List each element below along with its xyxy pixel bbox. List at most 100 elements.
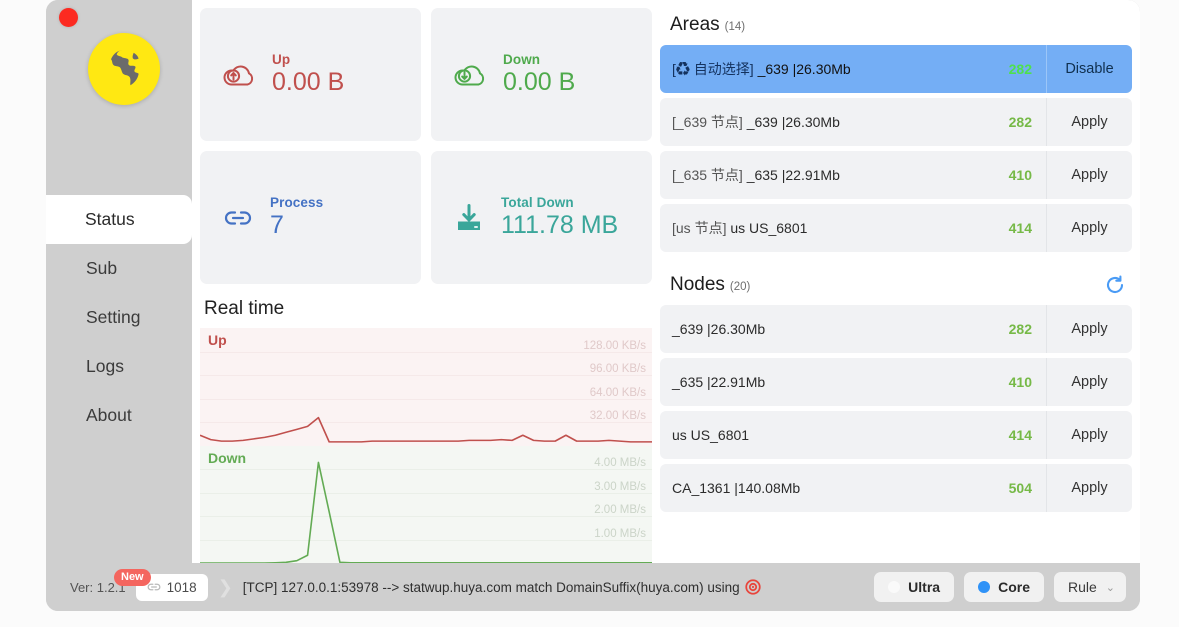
stat-card-process-text: Process 7 (270, 195, 323, 240)
areas-row[interactable]: [_639 节点] _639 |26.30Mb 282 Apply (660, 98, 1132, 146)
chevron-right-icon: ❯ (217, 577, 233, 597)
areas-row-prefix: [♻ 自动选择] (672, 61, 758, 77)
sidebar-item-logs[interactable]: Logs (46, 342, 192, 391)
realtime-title: Real time (204, 298, 285, 319)
nodes-row-name: us US_6801 (672, 427, 750, 443)
nodes-row-name: _639 |26.30Mb (672, 321, 766, 337)
sidebar-item-label: About (86, 405, 132, 425)
stat-card-grid: Up 0.00 B Down 0.00 B Process 7 Total Do… (200, 8, 652, 284)
areas-row[interactable]: [us 节点] us US_6801 414 Apply (660, 204, 1132, 252)
sidebar-item-label: Logs (86, 356, 124, 376)
areas-row-delay: 414 (1008, 220, 1032, 236)
stat-value: 0.00 B (272, 68, 345, 97)
nodes-row-label: us US_6801 (660, 427, 1009, 443)
nodes-row-delay: 504 (1008, 480, 1032, 496)
areas-row-label: [_635 节点] _635 |22.91Mb (660, 165, 1009, 185)
nodes-row-delay: 410 (1008, 374, 1032, 390)
chart-up-line (200, 328, 652, 446)
realtime-charts: Up 128.00 KB/s 96.00 KB/s 64.00 KB/s 32.00 … (200, 328, 652, 563)
areas-title: Areas (670, 14, 720, 35)
stat-label: Down (503, 52, 541, 68)
areas-row-name: _635 |22.91Mb (746, 167, 840, 183)
cloud-up-icon (222, 61, 256, 89)
core-radio-dot (978, 581, 991, 593)
areas-row-action-button[interactable]: Apply (1046, 98, 1132, 146)
nodes-row-action-button[interactable]: Apply (1046, 464, 1132, 512)
stat-value: 111.78 MB (501, 211, 619, 240)
areas-row-label: [_639 节点] _639 |26.30Mb (660, 112, 1009, 132)
nodes-row-delay: 414 (1008, 427, 1032, 443)
version-label-wrapper: Ver: 1.2.1 New (70, 568, 151, 595)
areas-row-prefix: [_635 节点] (672, 167, 747, 183)
nodes-row[interactable]: _635 |22.91Mb 410 Apply (660, 358, 1132, 406)
mode-core-button[interactable]: Core (964, 572, 1044, 602)
core-label: Core (998, 579, 1030, 595)
chart-down: Down 4.00 MB/s 3.00 MB/s 2.00 MB/s 1.00 MB/… (200, 445, 652, 563)
stat-label: Process (270, 195, 324, 211)
chart-up-legend: Up (208, 332, 227, 348)
nodes-row-action-button[interactable]: Apply (1046, 411, 1132, 459)
stats-and-chart-column: Up 0.00 B Down 0.00 B Process 7 Total Do… (200, 8, 652, 563)
areas-row-prefix: [us 节点] (672, 220, 731, 236)
nodes-row[interactable]: us US_6801 414 Apply (660, 411, 1132, 459)
sidebar-item-status[interactable]: Status (46, 195, 193, 244)
connections-count: 1018 (166, 579, 197, 595)
areas-row-delay: 410 (1008, 167, 1032, 183)
areas-row-action-button[interactable]: Apply (1046, 151, 1132, 199)
nodes-row-delay: 282 (1008, 321, 1032, 337)
stat-card-process: Process 7 (200, 151, 421, 284)
areas-panel: Areas (14) [♻ 自动选择] _639 |26.30Mb 282 Disa… (660, 8, 1132, 252)
areas-row-label: [us 节点] us US_6801 (660, 218, 1009, 238)
window-body: Status Sub Setting Logs About Up 0.00 B … (46, 0, 1140, 563)
close-window-button[interactable] (59, 8, 78, 27)
nodes-row-name: CA_1361 |140.08Mb (672, 480, 801, 496)
stat-card-up: Up 0.00 B (200, 8, 421, 141)
link-icon (222, 205, 254, 231)
areas-row[interactable]: [♻ 自动选择] _639 |26.30Mb 282 Disable (660, 45, 1132, 93)
nodes-header: Nodes (20) (660, 268, 1132, 305)
stat-label: Total Down (501, 195, 574, 211)
areas-row[interactable]: [_635 节点] _635 |22.91Mb 410 Apply (660, 151, 1132, 199)
nodes-row[interactable]: _639 |26.30Mb 282 Apply (660, 305, 1132, 353)
areas-row-action-button[interactable]: Disable (1046, 45, 1132, 93)
sidebar-item-label: Setting (86, 307, 141, 327)
sidebar-item-setting[interactable]: Setting (46, 293, 192, 342)
stat-label: Up (272, 52, 291, 68)
sidebar: Status Sub Setting Logs About (46, 0, 193, 563)
chart-up: Up 128.00 KB/s 96.00 KB/s 64.00 KB/s 32.00 … (200, 328, 652, 446)
areas-row-action-button[interactable]: Apply (1046, 204, 1132, 252)
sidebar-nav: Status Sub Setting Logs About (46, 195, 193, 440)
nodes-count: (20) (729, 281, 751, 293)
lists-column: Areas (14) [♻ 自动选择] _639 |26.30Mb 282 Disa… (660, 8, 1132, 563)
log-text: [TCP] 127.0.0.1:53978 --> statwup.huya.c… (242, 580, 740, 595)
nodes-row[interactable]: CA_1361 |140.08Mb 504 Apply (660, 464, 1132, 512)
refresh-icon[interactable] (1104, 274, 1126, 296)
cloud-down-icon (453, 61, 487, 89)
nodes-list: _639 |26.30Mb 282 Apply _635 |22.91Mb 410 App… (660, 305, 1132, 512)
ultra-radio-dot (888, 581, 901, 593)
nodes-row-label: CA_1361 |140.08Mb (660, 480, 1009, 496)
areas-row-name: _639 |26.30Mb (757, 61, 851, 77)
nodes-row-label: _635 |22.91Mb (660, 374, 1009, 390)
new-badge: New (114, 568, 151, 586)
stat-value: 7 (270, 211, 284, 240)
areas-row-delay: 282 (1008, 61, 1032, 77)
sidebar-item-label: Sub (86, 258, 118, 278)
areas-count: (14) (724, 21, 746, 33)
nodes-row-action-button[interactable]: Apply (1046, 305, 1132, 353)
areas-row-name: us US_6801 (730, 220, 808, 236)
sidebar-item-about[interactable]: About (46, 391, 192, 440)
areas-row-prefix: [_639 节点] (672, 114, 747, 130)
areas-row-delay: 282 (1008, 114, 1032, 130)
app-window: Status Sub Setting Logs About Up 0.00 B … (46, 0, 1140, 611)
stat-card-total-down-text: Total Down 111.78 MB (501, 195, 618, 240)
sidebar-item-sub[interactable]: Sub (46, 244, 192, 293)
app-logo-globe-icon (88, 33, 160, 105)
mode-ultra-button[interactable]: Ultra (874, 572, 955, 602)
nodes-row-label: _639 |26.30Mb (660, 321, 1009, 337)
nodes-row-action-button[interactable]: Apply (1046, 358, 1132, 406)
stat-card-total-down: Total Down 111.78 MB (431, 151, 652, 284)
chart-down-legend: Down (208, 449, 247, 466)
rule-dropdown[interactable]: Rule ⌄ (1053, 572, 1126, 602)
stat-value: 0.00 B (503, 68, 576, 97)
